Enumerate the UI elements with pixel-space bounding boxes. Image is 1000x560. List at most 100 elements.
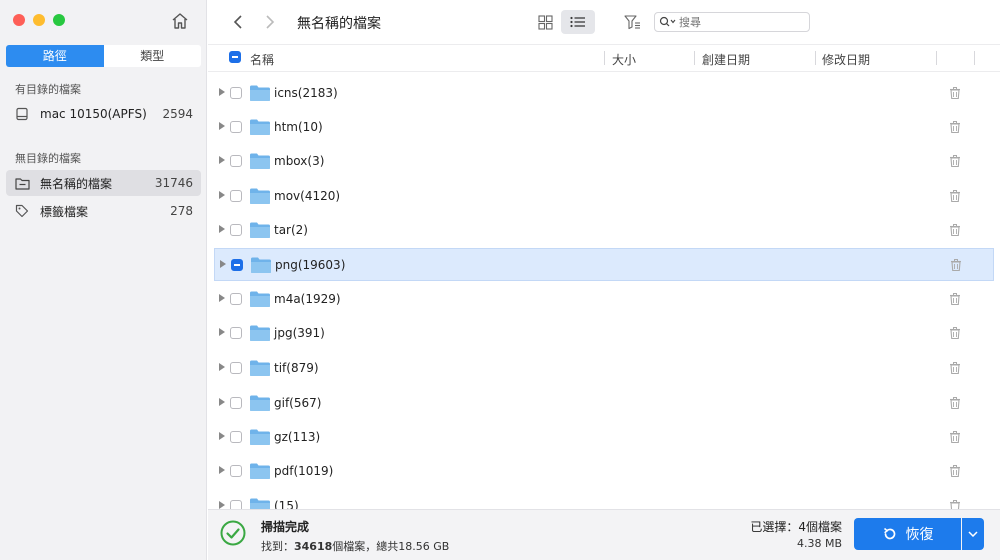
table-row[interactable]: gif(567) bbox=[214, 387, 994, 420]
trash-icon[interactable] bbox=[948, 223, 962, 237]
close-window-button[interactable] bbox=[13, 14, 25, 26]
search-input[interactable] bbox=[679, 15, 799, 29]
folder-icon bbox=[251, 257, 271, 273]
table-row[interactable]: icns(2183) bbox=[214, 77, 994, 110]
sidebar-item-label: mac 10150(APFS) bbox=[40, 107, 147, 121]
trash-icon[interactable] bbox=[948, 430, 962, 444]
table-row[interactable]: tar(2) bbox=[214, 214, 994, 247]
column-header-modified[interactable]: 修改日期 bbox=[822, 51, 870, 68]
row-checkbox[interactable] bbox=[230, 397, 242, 409]
trash-icon[interactable] bbox=[948, 120, 962, 134]
tab-type[interactable]: 類型 bbox=[103, 45, 201, 67]
row-checkbox[interactable] bbox=[230, 362, 242, 374]
file-name: jpg(391) bbox=[274, 326, 325, 340]
sidebar-item-tag-files[interactable]: 標籤檔案 278 bbox=[6, 198, 201, 224]
column-divider[interactable] bbox=[936, 51, 937, 65]
tab-path[interactable]: 路徑 bbox=[6, 45, 104, 67]
trash-icon[interactable] bbox=[948, 154, 962, 168]
expand-triangle-icon[interactable] bbox=[219, 156, 225, 164]
expand-triangle-icon[interactable] bbox=[219, 466, 225, 474]
sidebar-item-count: 278 bbox=[170, 204, 193, 218]
list-icon bbox=[570, 16, 585, 28]
expand-triangle-icon[interactable] bbox=[219, 328, 225, 336]
home-icon[interactable] bbox=[170, 11, 190, 31]
file-name: gif(567) bbox=[274, 396, 322, 410]
column-header-created[interactable]: 創建日期 bbox=[702, 51, 750, 68]
table-row[interactable]: (15) bbox=[214, 490, 994, 510]
table-row[interactable]: gz(113) bbox=[214, 421, 994, 454]
row-checkbox[interactable] bbox=[230, 224, 242, 236]
expand-triangle-icon[interactable] bbox=[219, 122, 225, 130]
row-checkbox[interactable] bbox=[230, 431, 242, 443]
grid-view-button[interactable] bbox=[533, 11, 557, 33]
section-title-no-directory: 無目錄的檔案 bbox=[15, 152, 81, 165]
trash-icon[interactable] bbox=[949, 258, 963, 272]
recover-label: 恢復 bbox=[905, 527, 934, 543]
grid-icon bbox=[537, 14, 553, 30]
table-row-selected[interactable]: png(19603) bbox=[214, 248, 994, 281]
column-divider[interactable] bbox=[694, 51, 695, 65]
column-divider[interactable] bbox=[974, 51, 975, 65]
expand-triangle-icon[interactable] bbox=[219, 225, 225, 233]
folder-icon bbox=[250, 463, 270, 479]
trash-icon[interactable] bbox=[948, 464, 962, 478]
folder-icon bbox=[250, 153, 270, 169]
trash-icon[interactable] bbox=[948, 326, 962, 340]
folder-icon bbox=[250, 429, 270, 445]
chevron-right-icon bbox=[266, 15, 275, 29]
table-row[interactable]: mbox(3) bbox=[214, 145, 994, 178]
file-name: mov(4120) bbox=[274, 189, 341, 203]
table-row[interactable]: jpg(391) bbox=[214, 317, 994, 350]
table-row[interactable]: m4a(1929) bbox=[214, 283, 994, 316]
expand-triangle-icon[interactable] bbox=[219, 398, 225, 406]
sidebar-item-count: 31746 bbox=[154, 176, 193, 190]
table-row[interactable]: tif(879) bbox=[214, 352, 994, 385]
expand-triangle-icon[interactable] bbox=[219, 88, 225, 96]
table-row[interactable]: htm(10) bbox=[214, 111, 994, 144]
row-checkbox[interactable] bbox=[230, 190, 242, 202]
selected-size: 4.38 MB bbox=[796, 537, 842, 550]
file-name: htm(10) bbox=[274, 120, 323, 134]
select-all-checkbox[interactable] bbox=[229, 51, 241, 63]
row-checkbox[interactable] bbox=[230, 121, 242, 133]
filter-button[interactable] bbox=[621, 11, 643, 33]
search-box[interactable] bbox=[654, 12, 810, 32]
table-row[interactable]: mov(4120) bbox=[214, 180, 994, 213]
trash-icon[interactable] bbox=[948, 396, 962, 410]
column-divider[interactable] bbox=[815, 51, 816, 65]
row-checkbox[interactable] bbox=[230, 87, 242, 99]
row-checkbox[interactable] bbox=[230, 327, 242, 339]
found-prefix: 找到： bbox=[261, 540, 294, 553]
column-header-name[interactable]: 名稱 bbox=[250, 51, 274, 68]
expand-triangle-icon[interactable] bbox=[220, 260, 226, 268]
trash-icon[interactable] bbox=[948, 361, 962, 375]
row-checkbox[interactable] bbox=[230, 465, 242, 477]
column-divider[interactable] bbox=[604, 51, 605, 65]
list-view-button[interactable] bbox=[561, 10, 595, 34]
row-checkbox[interactable] bbox=[230, 293, 242, 305]
expand-triangle-icon[interactable] bbox=[219, 501, 225, 509]
recover-button[interactable]: 恢復 bbox=[854, 518, 961, 550]
expand-triangle-icon[interactable] bbox=[219, 432, 225, 440]
sidebar-item-unnamed-files[interactable]: 無名稱的檔案 31746 bbox=[6, 170, 201, 196]
expand-triangle-icon[interactable] bbox=[219, 294, 225, 302]
trash-icon[interactable] bbox=[948, 292, 962, 306]
forward-button[interactable] bbox=[260, 12, 280, 32]
expand-triangle-icon[interactable] bbox=[219, 191, 225, 199]
back-button[interactable] bbox=[228, 12, 248, 32]
minimize-window-button[interactable] bbox=[33, 14, 45, 26]
file-name: mbox(3) bbox=[274, 154, 325, 168]
table-row[interactable]: pdf(1019) bbox=[214, 455, 994, 488]
trash-icon[interactable] bbox=[948, 189, 962, 203]
trash-icon[interactable] bbox=[948, 86, 962, 100]
row-checkbox[interactable] bbox=[231, 259, 243, 271]
column-header-size[interactable]: 大小 bbox=[612, 51, 636, 68]
expand-triangle-icon[interactable] bbox=[219, 363, 225, 371]
row-checkbox[interactable] bbox=[230, 155, 242, 167]
zoom-window-button[interactable] bbox=[53, 14, 65, 26]
toolbar: 無名稱的檔案 bbox=[208, 0, 1000, 44]
recover-options-button[interactable] bbox=[962, 518, 984, 550]
found-count: 34618 bbox=[294, 540, 333, 553]
sidebar-item-drive[interactable]: mac 10150(APFS) 2594 bbox=[6, 101, 201, 127]
chevron-left-icon bbox=[233, 15, 242, 29]
